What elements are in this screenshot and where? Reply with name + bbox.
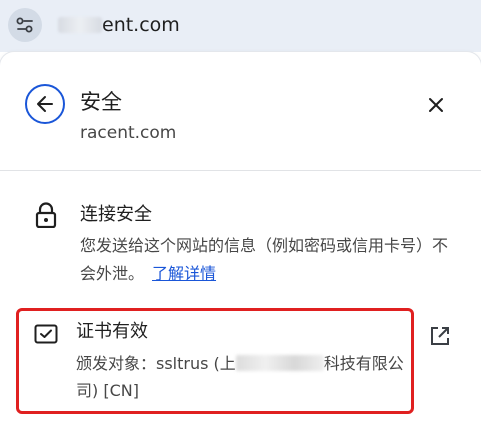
learn-more-link[interactable]: 了解详情 [152,264,216,283]
redacted-org-name [235,355,324,371]
back-button[interactable] [25,84,65,124]
url-redacted [58,17,102,33]
address-bar: ent.com [0,0,481,52]
tune-icon [16,17,33,33]
open-certificate-button[interactable] [424,320,456,352]
certificate-title: 证书有效 [76,321,148,342]
lock-icon [35,202,57,229]
close-button[interactable] [421,90,451,120]
connection-description: 您发送给这个网站的信息（例如密码或信用卡号）不会外泄。 了解详情 [80,232,452,288]
url-visible-part: ent.com [102,14,180,36]
site-domain: racent.com [80,123,177,143]
divider [0,170,481,171]
certificate-issued-to: 颁发对象：ssltrus (上 科技有限公司) [CN] [76,350,412,404]
connection-title: 连接安全 [80,204,152,225]
connection-description-text: 您发送给这个网站的信息（例如密码或信用卡号）不会外泄。 [80,236,449,283]
issued-to-prefix: 颁发对象：ssltrus (上 [76,354,236,373]
close-icon [429,98,443,112]
arrow-back-icon [37,96,53,112]
page-info-popup: 安全 racent.com 连接安全 您发送给这个网站的信息（例如密码或信用卡号… [0,52,481,429]
url-text[interactable]: ent.com [58,12,180,38]
certificate-icon [34,324,58,344]
open-in-new-icon [431,327,449,345]
popup-title: 安全 [80,90,122,114]
site-settings-button[interactable] [8,8,42,42]
